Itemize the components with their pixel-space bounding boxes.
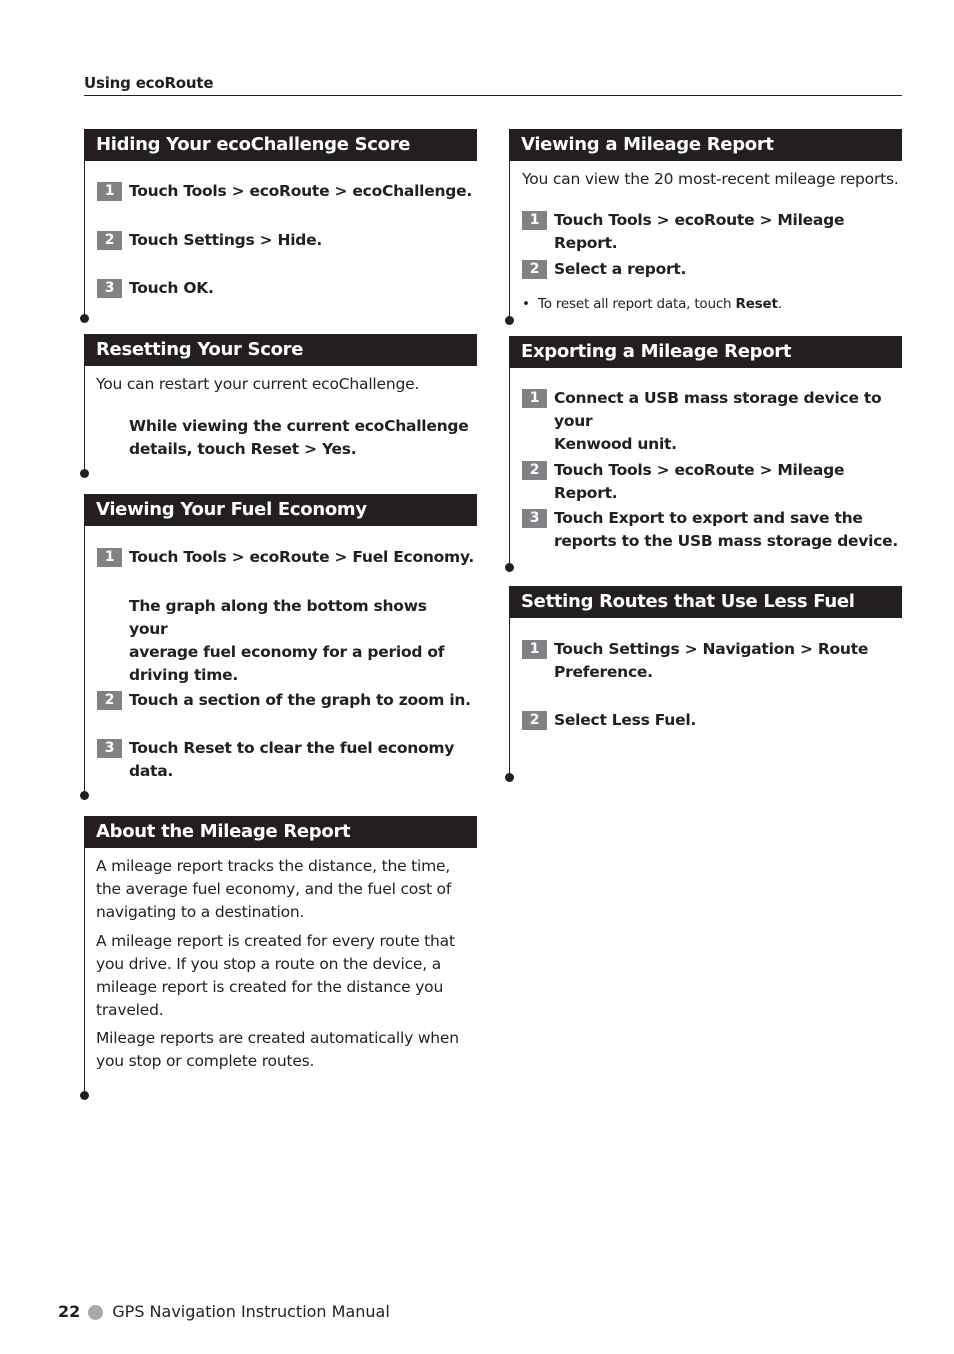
step-text: Touch OK. [129, 279, 214, 297]
bullet-item: • To reset all report data, touch Reset. [522, 294, 907, 314]
paragraph-line: traveled. [96, 1001, 164, 1019]
step-text: Connect a USB mass storage device to you… [554, 387, 907, 456]
step-text: Touch Settings > Navigation > Route Pref… [554, 638, 868, 684]
step-text-line: Touch Export to export and save the [554, 509, 863, 527]
paragraph-line: A mileage report tracks the distance, th… [96, 857, 451, 875]
step-text-line: Touch Reset to clear the fuel economy [129, 739, 455, 757]
note-line: average fuel economy for a period of [129, 643, 445, 661]
footer-dot-icon [88, 1304, 104, 1320]
step-2: 2 Touch Tools > ecoRoute > Mileage Repor… [522, 459, 907, 502]
step-text-line: Connect a USB mass storage device to you… [554, 389, 882, 430]
step-1: 1 Touch Tools > ecoRoute > ecoChallenge. [97, 180, 477, 203]
step-text: Touch Tools > ecoRoute > Fuel Economy. [129, 548, 475, 566]
step-1: 1 Connect a USB mass storage device to y… [522, 387, 907, 453]
step-number: 2 [522, 711, 547, 730]
section-title: Hiding Your ecoChallenge Score [84, 129, 477, 161]
step-text-line: Kenwood unit. [554, 435, 677, 453]
bullet-text: To reset all report data, touch [537, 296, 736, 312]
note-line: The graph along the bottom shows your [129, 597, 427, 638]
step-number: 1 [97, 182, 122, 201]
step-number: 3 [522, 509, 547, 528]
step-text-line: data. [129, 762, 174, 780]
paragraph-line: A mileage report is created for every ro… [96, 932, 455, 950]
step-text: Touch Settings > Hide. [129, 231, 323, 249]
step-2: 2 Touch Settings > Hide. [97, 229, 477, 252]
intro-text: You can view the 20 most-recent mileage … [522, 170, 899, 188]
section-end-dot [80, 469, 89, 478]
step-2: 2 Select a report. [522, 258, 907, 281]
step-3: 3 Touch Export to export and save the re… [522, 507, 907, 553]
step-text: Touch Tools > ecoRoute > ecoChallenge. [129, 182, 473, 200]
paragraph-3: Mileage reports are created automaticall… [96, 1027, 476, 1073]
section-rule [84, 816, 85, 1096]
paragraph-line: you stop or complete routes. [96, 1052, 315, 1070]
step-number: 2 [97, 691, 122, 710]
section-end-dot [80, 791, 89, 800]
step-text: Touch a section of the graph to zoom in. [129, 691, 471, 709]
manual-title: GPS Navigation Instruction Manual [112, 1302, 390, 1321]
step-text: Select Less Fuel. [554, 711, 697, 729]
step-note: The graph along the bottom shows your av… [129, 595, 469, 687]
step-3: 3 Touch Reset to clear the fuel economy … [97, 737, 477, 783]
step-number: 1 [522, 211, 547, 230]
step-1: 1 Touch Tools > ecoRoute > Fuel Economy. [97, 546, 477, 569]
section-title: Exporting a Mileage Report [509, 336, 902, 368]
paragraph-2: A mileage report is created for every ro… [96, 930, 476, 1022]
page-number: 22 [58, 1302, 81, 1321]
step-number: 3 [97, 279, 122, 298]
note-line: driving time. [129, 666, 239, 684]
step-2: 2 Touch a section of the graph to zoom i… [97, 689, 477, 712]
paragraph-line: you drive. If you stop a route on the de… [96, 955, 442, 973]
step-number: 1 [97, 548, 122, 567]
section-title: Viewing Your Fuel Economy [84, 494, 477, 526]
paragraph-line: the average fuel economy, and the fuel c… [96, 880, 452, 898]
section-end-dot [505, 773, 514, 782]
step-text: Touch Reset to clear the fuel economy da… [129, 737, 454, 783]
bullet-suffix: . [777, 296, 782, 312]
section-end-dot [80, 314, 89, 323]
step-1: 1 Touch Tools > ecoRoute > Mileage Repor… [522, 209, 907, 252]
section-end-dot [80, 1091, 89, 1100]
step-text: Touch Export to export and save the repo… [554, 507, 898, 553]
step-text-line: Touch Settings > Navigation > Route [554, 640, 869, 658]
step-text: Select a report. [554, 260, 687, 278]
step-text-line: Preference. [554, 663, 653, 681]
instruction: While viewing the current ecoChallenge d… [129, 415, 469, 461]
step-3: 3 Touch OK. [97, 277, 477, 300]
paragraph-line: navigating to a destination. [96, 903, 305, 921]
section-rule [509, 336, 510, 568]
bullet-bold-text: Reset [735, 296, 778, 312]
paragraph-line: Mileage reports are created automaticall… [96, 1029, 459, 1047]
section-rule [84, 494, 85, 796]
paragraph-1: A mileage report tracks the distance, th… [96, 855, 476, 924]
step-number: 3 [97, 739, 122, 758]
section-title: Viewing a Mileage Report [509, 129, 902, 161]
step-number: 1 [522, 640, 547, 659]
step-number: 2 [522, 260, 547, 279]
intro-text: You can restart your current ecoChalleng… [96, 375, 420, 393]
running-head: Using ecoRoute [84, 74, 902, 96]
step-text: Touch Tools > ecoRoute > Mileage Report. [554, 461, 845, 502]
section-end-dot [505, 316, 514, 325]
section-title: Resetting Your Score [84, 334, 477, 366]
step-1: 1 Touch Settings > Navigation > Route Pr… [522, 638, 907, 684]
step-number: 1 [522, 389, 547, 408]
section-title: About the Mileage Report [84, 816, 477, 848]
step-number: 2 [97, 231, 122, 250]
step-2: 2 Select Less Fuel. [522, 709, 907, 732]
step-number: 2 [522, 461, 547, 480]
bullet-icon: • [522, 296, 538, 312]
instruction-line: details, touch Reset > Yes. [129, 440, 357, 458]
page-footer: 22 GPS Navigation Instruction Manual [58, 1300, 390, 1324]
section-end-dot [505, 563, 514, 572]
step-text: Touch Tools > ecoRoute > Mileage Report. [554, 211, 845, 252]
step-text-line: reports to the USB mass storage device. [554, 532, 899, 550]
paragraph-line: mileage report is created for the distan… [96, 978, 444, 996]
instruction-line: While viewing the current ecoChallenge [129, 417, 469, 435]
section-title: Setting Routes that Use Less Fuel [509, 586, 902, 618]
